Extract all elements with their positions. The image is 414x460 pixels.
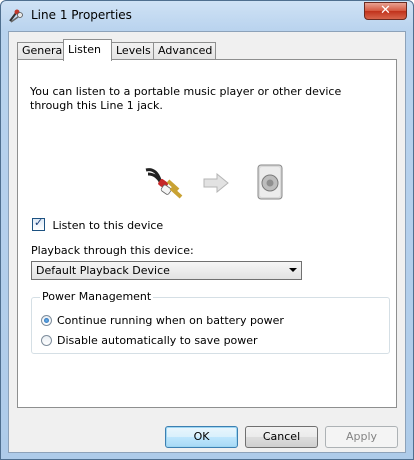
rca-cable-icon bbox=[145, 168, 183, 199]
window-title: Line 1 Properties bbox=[31, 8, 132, 22]
playback-device-value: Default Playback Device bbox=[36, 264, 170, 277]
title-bar[interactable]: Line 1 Properties ✕ bbox=[1, 1, 413, 31]
radio-dot bbox=[44, 318, 49, 323]
close-button[interactable]: ✕ bbox=[364, 2, 407, 20]
chevron-down-icon bbox=[289, 268, 297, 272]
power-management-group: Power Management Continue running when o… bbox=[31, 290, 390, 354]
playback-label: Playback through this device: bbox=[31, 244, 194, 257]
apply-button[interactable]: Apply bbox=[325, 426, 398, 448]
radio-button[interactable] bbox=[41, 335, 52, 346]
dialog-client: General Listen Levels Advanced You can l… bbox=[8, 31, 406, 453]
line-in-icon bbox=[9, 9, 23, 23]
cancel-button[interactable]: Cancel bbox=[245, 426, 318, 448]
listen-description: You can listen to a portable music playe… bbox=[30, 85, 342, 112]
arrow-right-icon bbox=[203, 173, 229, 193]
close-icon: ✕ bbox=[380, 3, 391, 18]
listen-checkbox[interactable]: ✓ Listen to this device bbox=[32, 216, 164, 232]
radio-button[interactable] bbox=[41, 315, 52, 326]
checkbox-box[interactable]: ✓ bbox=[32, 216, 45, 231]
tab-listen[interactable]: Listen bbox=[63, 39, 112, 61]
listen-panel: You can listen to a portable music playe… bbox=[17, 59, 397, 408]
tab-advanced[interactable]: Advanced bbox=[153, 42, 216, 60]
radio-disable-label: Disable automatically to save power bbox=[57, 334, 258, 347]
power-group-title: Power Management bbox=[40, 290, 154, 303]
tab-levels[interactable]: Levels bbox=[111, 42, 154, 60]
radio-continue-running[interactable]: Continue running when on battery power bbox=[41, 314, 284, 327]
tab-general[interactable]: General bbox=[17, 42, 65, 60]
speaker-icon bbox=[257, 164, 283, 200]
properties-window: Line 1 Properties ✕ General Listen Level… bbox=[0, 0, 414, 460]
ok-button[interactable]: OK bbox=[165, 426, 238, 448]
listen-checkbox-label: Listen to this device bbox=[52, 219, 164, 232]
playback-device-select[interactable]: Default Playback Device bbox=[31, 261, 302, 280]
listen-illustration bbox=[18, 162, 398, 204]
checkmark-icon: ✓ bbox=[34, 216, 44, 229]
radio-disable-automatically[interactable]: Disable automatically to save power bbox=[41, 334, 258, 347]
radio-continue-label: Continue running when on battery power bbox=[57, 314, 284, 327]
